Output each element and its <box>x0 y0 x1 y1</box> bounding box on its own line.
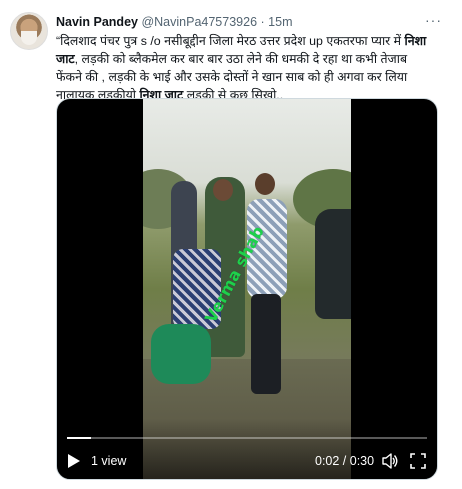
head-1 <box>213 179 233 201</box>
author-name[interactable]: Navin Pandey <box>56 15 138 29</box>
author-handle[interactable]: @NavinPa47573926 <box>141 15 257 29</box>
view-count: 1 view <box>91 454 127 468</box>
separator: · <box>260 15 265 29</box>
tweet[interactable]: Navin Pandey @NavinPa47573926 · 15m ··· … <box>0 0 462 489</box>
video-controls: 1 view 0:02 / 0:30 <box>57 447 437 475</box>
person-right-edge <box>315 209 351 319</box>
person-green-pants <box>151 324 211 384</box>
timecode: 0:02 / 0:30 <box>315 454 375 468</box>
timestamp[interactable]: 15m <box>268 15 292 29</box>
volume-icon[interactable] <box>382 452 398 470</box>
head-2 <box>255 173 275 195</box>
video-player[interactable]: Verma shab 1 view 0:02 / 0:30 <box>56 98 438 480</box>
avatar-beard <box>21 31 37 45</box>
fullscreen-icon[interactable] <box>410 453 426 469</box>
tweet-header: Navin Pandey @NavinPa47573926 · 15m <box>56 13 446 31</box>
more-icon[interactable]: ··· <box>425 12 442 28</box>
avatar[interactable] <box>10 12 48 50</box>
tweet-text: “दिलशाद पंचर पुत्र s /o नसीबूद्दीन जिला … <box>56 32 436 104</box>
progress-bar[interactable] <box>67 437 427 439</box>
tweet-text-part1: “दिलशाद पंचर पुत्र s /o नसीबूद्दीन जिला … <box>56 34 405 48</box>
progress-fill <box>67 437 92 439</box>
person-dark-pants <box>251 294 281 394</box>
play-icon[interactable] <box>67 453 81 469</box>
